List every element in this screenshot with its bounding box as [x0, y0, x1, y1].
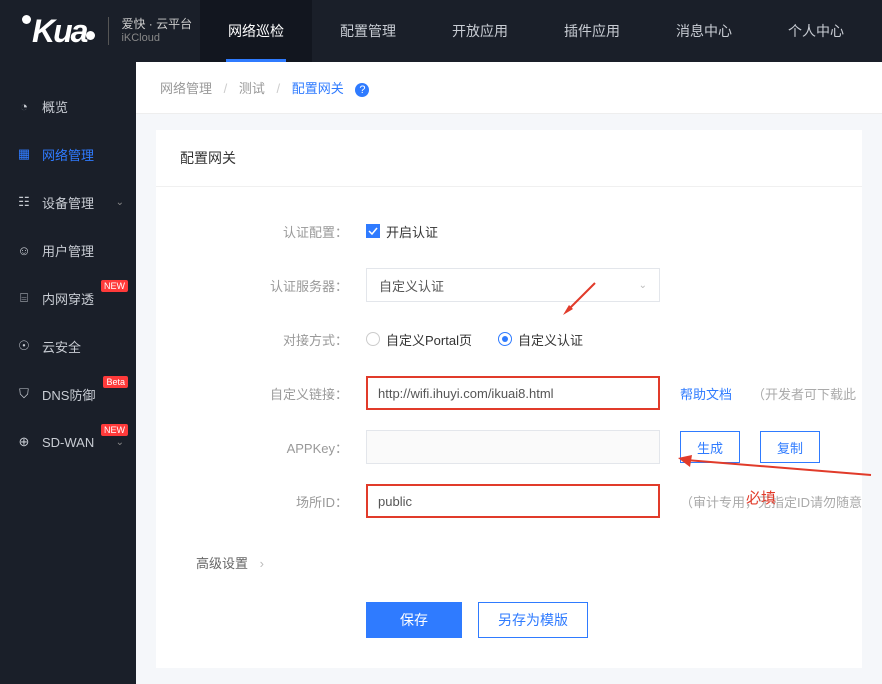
breadcrumb-item[interactable]: 测试	[239, 81, 265, 96]
auth-server-select[interactable]: 自定义认证 ⌄	[366, 268, 660, 302]
tab-config-manage[interactable]: 配置管理	[312, 0, 424, 62]
radio-custom-auth[interactable]: 自定义认证	[498, 330, 583, 349]
dns-icon: ⛉	[16, 386, 32, 402]
new-badge: NEW	[101, 280, 128, 292]
venue-id-input[interactable]	[366, 484, 660, 518]
help-doc-link[interactable]: 帮助文档	[680, 384, 732, 403]
sidebar-item-label: 网络管理	[42, 145, 94, 164]
appkey-input[interactable]	[366, 430, 660, 464]
chevron-right-icon: ›	[260, 556, 264, 571]
sidebar-item-label: 内网穿透	[42, 289, 94, 308]
tunnel-icon: ⌸	[16, 290, 32, 306]
tab-message-center[interactable]: 消息中心	[648, 0, 760, 62]
help-icon[interactable]: ?	[355, 83, 369, 97]
sdwan-icon: ⊕	[16, 434, 32, 450]
tab-network-inspection[interactable]: 网络巡检	[200, 0, 312, 62]
save-button[interactable]: 保存	[366, 602, 462, 638]
breadcrumb: 网络管理 / 测试 / 配置网关 ?	[136, 62, 882, 114]
sidebar-item-user[interactable]: ☺ 用户管理	[0, 226, 136, 274]
radio-custom-portal[interactable]: 自定义Portal页	[366, 330, 472, 349]
sidebar-item-label: 概览	[42, 97, 68, 116]
top-nav: 网络巡检 配置管理 开放应用 插件应用 消息中心 个人中心	[200, 0, 872, 62]
shield-icon: ☉	[16, 338, 32, 354]
gauge-icon: ◔	[16, 98, 32, 114]
panel-title: 配置网关	[156, 130, 862, 187]
user-icon: ☺	[16, 242, 32, 258]
beta-badge: Beta	[103, 376, 128, 388]
sidebar-item-device[interactable]: ☷ 设备管理 ⌄	[0, 178, 136, 226]
connect-mode-label: 对接方式：	[156, 330, 366, 349]
dev-hint: （开发者可下载此	[752, 384, 856, 403]
sidebar-item-label: 云安全	[42, 337, 81, 356]
auth-server-label: 认证服务器：	[156, 276, 366, 295]
gateway-form: 认证配置： 开启认证 认证服务器： 自定义认证 ⌄	[156, 187, 862, 638]
sidebar-item-cloud-security[interactable]: ☉ 云安全	[0, 322, 136, 370]
sidebar-item-overview[interactable]: ◔ 概览	[0, 82, 136, 130]
enable-auth-label: 开启认证	[386, 222, 438, 241]
top-bar: Kua 爱快 · 云平台 iKCloud 网络巡检 配置管理 开放应用 插件应用…	[0, 0, 882, 62]
content-area: 网络管理 / 测试 / 配置网关 ? 配置网关 认证配置： 开启认证	[136, 62, 882, 684]
device-icon: ☷	[16, 194, 32, 210]
tab-plugins[interactable]: 插件应用	[536, 0, 648, 62]
enable-auth-checkbox[interactable]	[366, 224, 380, 238]
chevron-down-icon: ⌄	[116, 197, 124, 208]
required-annotation: 必填	[746, 487, 776, 508]
advanced-settings-toggle[interactable]: 高级设置 ›	[156, 537, 862, 602]
generate-button[interactable]: 生成	[680, 431, 740, 463]
breadcrumb-current: 配置网关	[292, 81, 344, 96]
sidebar: ◔ 概览 ▦ 网络管理 ☷ 设备管理 ⌄ ☺ 用户管理 ⌸ 内网穿透 NEW ☉…	[0, 62, 136, 684]
save-as-template-button[interactable]: 另存为模版	[478, 602, 588, 638]
breadcrumb-item[interactable]: 网络管理	[160, 81, 212, 96]
custom-link-label: 自定义链接：	[156, 384, 366, 403]
sidebar-item-label: 设备管理	[42, 193, 94, 212]
radio-icon	[366, 332, 380, 346]
logo-area: Kua 爱快 · 云平台 iKCloud	[0, 13, 200, 50]
tab-personal-center[interactable]: 个人中心	[760, 0, 872, 62]
venue-id-label: 场所ID：	[156, 492, 366, 511]
logo-text: 爱快 · 云平台 iKCloud	[108, 17, 192, 45]
sidebar-item-label: SD-WAN	[42, 435, 94, 450]
sidebar-item-dns[interactable]: ⛉ DNS防御 Beta	[0, 370, 136, 418]
sidebar-item-sdwan[interactable]: ⊕ SD-WAN NEW ⌄	[0, 418, 136, 466]
panel: 配置网关 认证配置： 开启认证 认证服务器： 自定义认证	[156, 130, 862, 668]
auth-config-label: 认证配置：	[156, 222, 366, 241]
sidebar-item-label: 用户管理	[42, 241, 94, 260]
copy-button[interactable]: 复制	[760, 431, 820, 463]
custom-link-input[interactable]	[366, 376, 660, 410]
new-badge: NEW	[101, 424, 128, 436]
network-icon: ▦	[16, 146, 32, 162]
logo: Kua	[22, 13, 96, 50]
chevron-down-icon: ⌄	[639, 280, 647, 291]
sidebar-item-network[interactable]: ▦ 网络管理	[0, 130, 136, 178]
sidebar-item-tunnel[interactable]: ⌸ 内网穿透 NEW	[0, 274, 136, 322]
appkey-label: APPKey：	[156, 438, 366, 457]
sidebar-item-label: DNS防御	[42, 385, 95, 404]
tab-open-apps[interactable]: 开放应用	[424, 0, 536, 62]
radio-icon	[498, 332, 512, 346]
chevron-down-icon: ⌄	[116, 437, 124, 448]
